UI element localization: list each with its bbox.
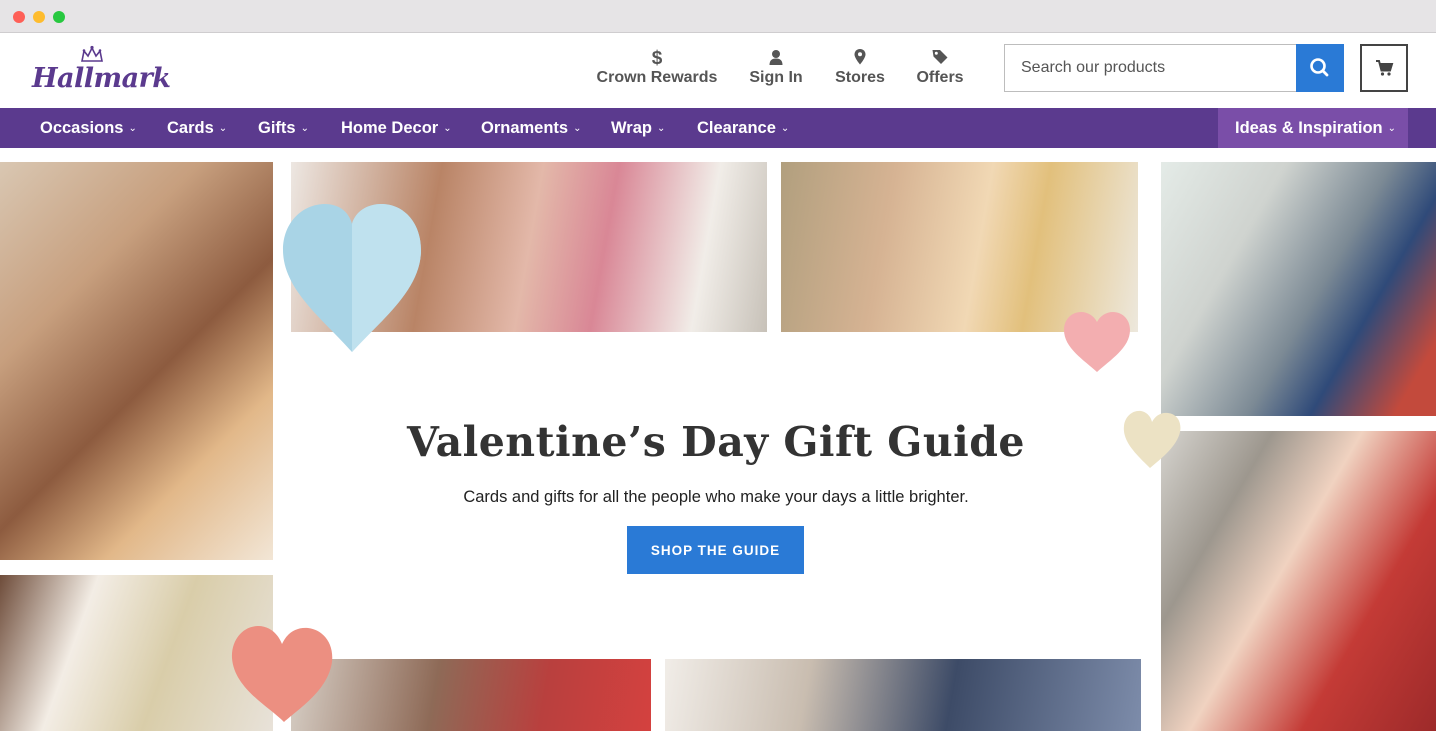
minimize-window-button[interactable]: [33, 11, 45, 23]
hero-title: Valentine’s Day Gift Guide: [407, 418, 1025, 466]
offers-link[interactable]: Offers: [912, 47, 968, 87]
nav-wrap-label: Wrap: [611, 119, 652, 137]
nav-ornaments-label: Ornaments: [481, 119, 569, 137]
nav-ideas-inspiration[interactable]: Ideas & Inspiration ⌄: [1235, 108, 1396, 148]
sign-in-label: Sign In: [749, 69, 803, 86]
coral-heart-decoration: [231, 626, 333, 722]
chevron-down-icon: ⌄: [1387, 123, 1397, 134]
cart-icon: [1376, 60, 1394, 76]
crown-rewards-link[interactable]: $ Crown Rewards: [590, 47, 724, 87]
hero-photo-card-exchange: [1161, 162, 1436, 416]
chevron-down-icon: ⌄: [300, 123, 309, 134]
nav-ornaments[interactable]: Ornaments ⌄: [481, 108, 582, 148]
nav-occasions[interactable]: Occasions ⌄: [40, 108, 137, 148]
stores-label: Stores: [835, 69, 885, 86]
search-button[interactable]: [1296, 44, 1344, 92]
nav-home-decor[interactable]: Home Decor ⌄: [341, 108, 452, 148]
nav-cards-label: Cards: [167, 119, 214, 137]
window-titlebar: [0, 0, 1436, 33]
nav-ideas-label: Ideas & Inspiration: [1235, 119, 1383, 137]
nav-clearance-label: Clearance: [697, 119, 776, 137]
logo-wordmark: Hallmark: [32, 63, 171, 94]
chevron-down-icon: ⌄: [656, 123, 666, 134]
svg-text:$: $: [652, 48, 663, 67]
site-header: Hallmark $ Crown Rewards Sign In Stores …: [0, 33, 1436, 108]
maximize-window-button[interactable]: [53, 11, 65, 23]
hero-photo-hands: [665, 659, 1141, 731]
hero-photo-girl-window: [1161, 431, 1436, 731]
close-window-button[interactable]: [13, 11, 25, 23]
crown-rewards-label: Crown Rewards: [596, 69, 718, 86]
main-nav: Occasions ⌄ Cards ⌄ Gifts ⌄ Home Decor ⌄ Orn…: [0, 108, 1436, 148]
chevron-down-icon: ⌄: [128, 123, 137, 134]
pink-heart-decoration: [1064, 312, 1130, 372]
shop-the-guide-button[interactable]: SHOP THE GUIDE: [627, 526, 804, 574]
nav-home-decor-label: Home Decor: [341, 119, 439, 137]
sign-in-link[interactable]: Sign In: [745, 47, 807, 87]
crown-icon: [81, 45, 103, 62]
hero-photo-couple: [0, 162, 273, 560]
chevron-down-icon: ⌄: [218, 123, 228, 134]
search-input[interactable]: [1005, 45, 1297, 91]
chevron-down-icon: ⌄: [443, 123, 452, 134]
offers-label: Offers: [916, 69, 964, 86]
hero-photo-kiss: [781, 162, 1138, 332]
hallmark-logo[interactable]: Hallmark: [32, 45, 171, 97]
hero-photo-hug: [291, 659, 651, 731]
search-bar: [1004, 44, 1344, 92]
person-icon: [745, 47, 807, 67]
hero-subtitle: Cards and gifts for all the people who m…: [463, 488, 969, 506]
nav-gifts-label: Gifts: [258, 119, 296, 137]
blue-heart-decoration: [283, 204, 421, 352]
map-pin-icon: [830, 47, 890, 67]
chevron-down-icon: ⌄: [573, 123, 582, 134]
nav-gifts[interactable]: Gifts ⌄: [258, 108, 309, 148]
dollar-icon: $: [590, 47, 724, 69]
nav-wrap[interactable]: Wrap ⌄: [611, 108, 665, 148]
stores-link[interactable]: Stores: [830, 47, 890, 87]
nav-cards[interactable]: Cards ⌄: [167, 108, 227, 148]
tag-icon: [912, 47, 968, 67]
search-icon: [1310, 58, 1329, 77]
cart-button[interactable]: [1360, 44, 1408, 92]
chevron-down-icon: ⌄: [780, 123, 790, 134]
nav-occasions-label: Occasions: [40, 119, 124, 137]
nav-clearance[interactable]: Clearance ⌄: [697, 108, 789, 148]
